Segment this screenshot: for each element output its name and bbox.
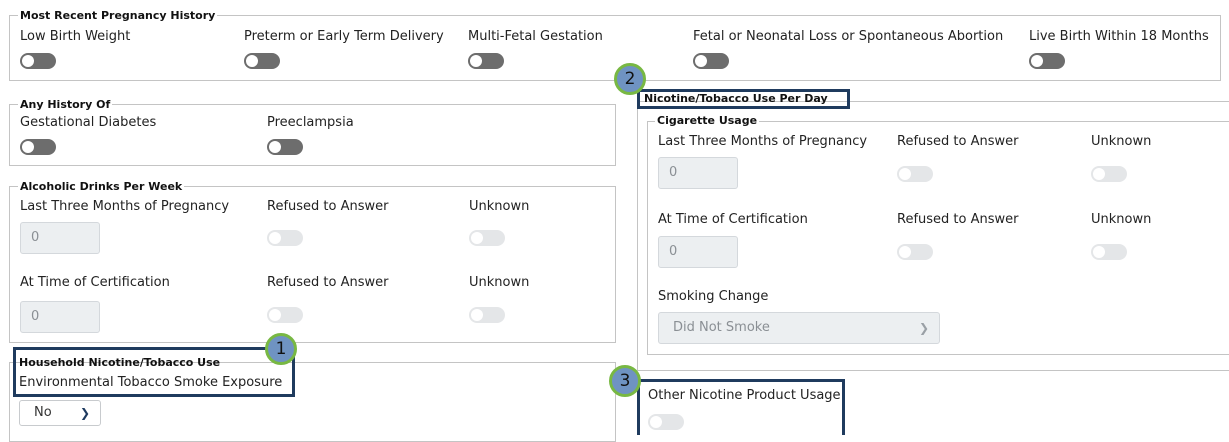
multi-fetal-label: Multi-Fetal Gestation: [468, 29, 603, 44]
alcohol-unknown2-toggle[interactable]: [469, 307, 505, 323]
preterm-delivery-label: Preterm or Early Term Delivery: [244, 29, 444, 44]
preeclampsia-toggle[interactable]: [267, 139, 303, 155]
smoking-change-value: Did Not Smoke: [673, 320, 770, 335]
alcohol-legend: Alcoholic Drinks Per Week: [18, 180, 185, 193]
cig-unknown-toggle[interactable]: [1091, 166, 1127, 182]
smoking-change-select[interactable]: Did Not Smoke ❯: [658, 312, 940, 344]
cig-refused2-label: Refused to Answer: [897, 212, 1019, 227]
nicotine-legend: Nicotine/Tobacco Use Per Day: [644, 92, 828, 105]
cig-refused-toggle[interactable]: [897, 166, 933, 182]
cig-refused-label: Refused to Answer: [897, 134, 1019, 149]
preterm-delivery-toggle[interactable]: [244, 53, 280, 69]
other-nicotine-toggle[interactable]: [648, 414, 684, 430]
exposure-select[interactable]: No ❯: [19, 400, 101, 426]
alcohol-unknown-label: Unknown: [469, 199, 530, 214]
alcohol-unknown-toggle[interactable]: [469, 230, 505, 246]
cig-unknown2-toggle[interactable]: [1091, 244, 1127, 260]
cig-at-certification-input[interactable]: 0: [658, 236, 738, 268]
alcohol-refused2-toggle[interactable]: [267, 307, 303, 323]
cig-unknown-label: Unknown: [1091, 134, 1152, 149]
any-history-legend: Any History Of: [18, 98, 113, 111]
live-birth-label: Live Birth Within 18 Months: [1029, 29, 1209, 44]
callout-badge-3: 3: [609, 365, 641, 397]
cigarette-legend: Cigarette Usage: [655, 114, 760, 127]
callout-badge-1: 1: [265, 333, 297, 365]
fetal-loss-toggle[interactable]: [693, 53, 729, 69]
cig-last-three-months-label: Last Three Months of Pregnancy: [658, 134, 868, 149]
live-birth-toggle[interactable]: [1029, 53, 1065, 69]
alcohol-at-certification-input[interactable]: 0: [20, 301, 100, 333]
chevron-down-icon: ❯: [918, 321, 929, 335]
exposure-label: Environmental Tobacco Smoke Exposure: [19, 375, 283, 390]
cig-unknown2-label: Unknown: [1091, 212, 1152, 227]
low-birth-weight-label: Low Birth Weight: [20, 29, 131, 44]
household-legend: Household Nicotine/Tobacco Use: [19, 356, 221, 369]
cig-refused2-toggle[interactable]: [897, 244, 933, 260]
pregnancy-history-legend: Most Recent Pregnancy History: [18, 9, 218, 22]
alcohol-last-three-months-input[interactable]: 0: [20, 222, 100, 254]
alcohol-refused-toggle[interactable]: [267, 230, 303, 246]
multi-fetal-toggle[interactable]: [468, 53, 504, 69]
callout-badge-2: 2: [614, 63, 646, 95]
alcohol-last-three-months-label: Last Three Months of Pregnancy: [20, 199, 230, 214]
exposure-select-value: No: [34, 405, 52, 420]
any-history-fieldset: [9, 104, 616, 166]
smoking-change-label: Smoking Change: [658, 289, 769, 304]
alcohol-at-certification-label: At Time of Certification: [20, 275, 170, 290]
other-nicotine-label: Other Nicotine Product Usage: [648, 388, 841, 403]
alcohol-refused-label: Refused to Answer: [267, 199, 389, 214]
cig-last-three-months-input[interactable]: 0: [658, 157, 738, 189]
fetal-loss-label: Fetal or Neonatal Loss or Spontaneous Ab…: [693, 29, 1004, 44]
gestational-diabetes-label: Gestational Diabetes: [20, 115, 157, 130]
alcohol-refused2-label: Refused to Answer: [267, 275, 389, 290]
chevron-down-icon: ❯: [79, 406, 90, 420]
cig-at-certification-label: At Time of Certification: [658, 212, 808, 227]
low-birth-weight-toggle[interactable]: [20, 53, 56, 69]
gestational-diabetes-toggle[interactable]: [20, 139, 56, 155]
alcohol-unknown2-label: Unknown: [469, 275, 530, 290]
preeclampsia-label: Preeclampsia: [267, 115, 354, 130]
